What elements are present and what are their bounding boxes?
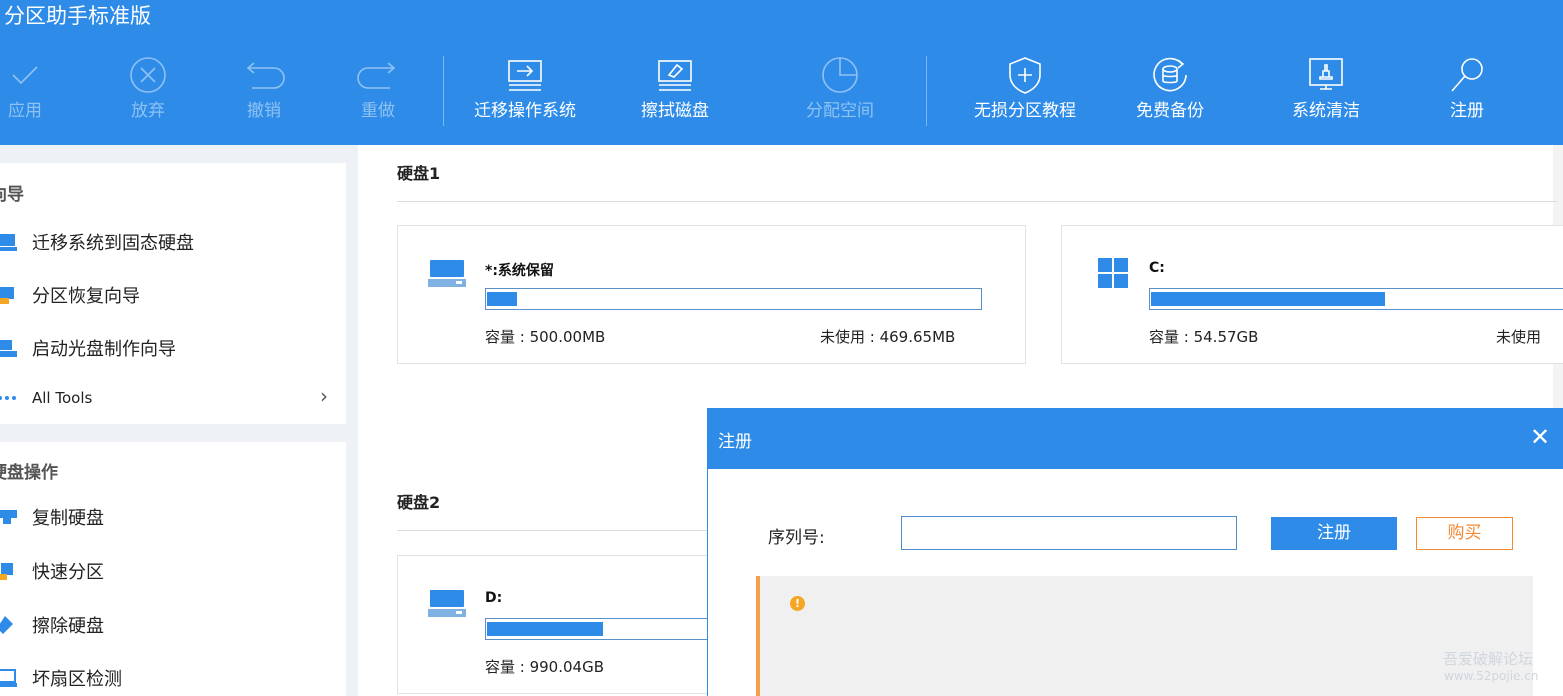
shield-plus-icon bbox=[965, 52, 1085, 98]
capacity-label: 容量 : 500.00MB bbox=[485, 328, 606, 346]
usage-bar bbox=[485, 618, 721, 640]
watermark-url: www.52pojie.cn bbox=[1444, 669, 1539, 683]
buy-button[interactable]: 购买 bbox=[1416, 517, 1513, 550]
disk-ops-section-title: 硬盘操作 bbox=[0, 463, 58, 483]
usage-fill bbox=[487, 292, 517, 306]
disk1-title: 硬盘1 bbox=[397, 164, 441, 183]
divider bbox=[397, 530, 707, 531]
migrate-os-icon bbox=[475, 52, 575, 98]
wipe-disk-icon bbox=[625, 52, 725, 98]
redo-button[interactable]: 重做 bbox=[328, 52, 428, 124]
quick-partition-icon bbox=[0, 562, 18, 580]
copy-disk-icon bbox=[0, 508, 18, 526]
top-toolbar: 分区助手标准版 应用 放弃 撤销 重做 迁移操作系统 擦拭磁盘 分配空间 无损分… bbox=[0, 0, 1563, 145]
sidebar-item-wipe-disk[interactable]: 擦除硬盘 bbox=[0, 605, 346, 645]
drive-icon bbox=[428, 588, 466, 622]
lossless-tutorial-button[interactable]: 无损分区教程 bbox=[965, 52, 1085, 124]
wipe-disk-small-icon bbox=[0, 616, 18, 634]
undo-button[interactable]: 撤销 bbox=[214, 52, 314, 124]
usage-fill bbox=[1151, 292, 1386, 306]
sidebar-item-bootable-media[interactable]: 启动光盘制作向导 bbox=[0, 328, 346, 368]
sidebar-item-bad-sector-check[interactable]: 坏扇区检测 bbox=[0, 658, 346, 696]
key-icon bbox=[1417, 52, 1517, 98]
backup-icon bbox=[1120, 52, 1220, 98]
sidebar-item-copy-disk[interactable]: 复制硬盘 bbox=[0, 497, 346, 537]
sidebar-item-quick-partition[interactable]: 快速分区 bbox=[0, 551, 346, 591]
wizard-panel: 向导 迁移系统到固态硬盘 分区恢复向导 启动光盘制作向导 All Tools › bbox=[0, 163, 346, 424]
discard-icon bbox=[98, 52, 198, 98]
register-button[interactable]: 注册 bbox=[1271, 517, 1397, 550]
bad-sector-icon bbox=[0, 669, 18, 687]
allocate-space-icon bbox=[790, 52, 890, 98]
warning-icon: ! bbox=[790, 596, 805, 611]
sidebar-item-all-tools[interactable]: All Tools › bbox=[0, 378, 346, 418]
check-icon bbox=[0, 52, 75, 98]
partition-card-system-reserved[interactable]: *:系统保留 容量 : 500.00MB 未使用 : 469.65MB bbox=[397, 225, 1026, 364]
drive-icon bbox=[428, 258, 466, 292]
dialog-header: 注册 ✕ bbox=[708, 409, 1563, 469]
sidebar-item-migrate-ssd[interactable]: 迁移系统到固态硬盘 bbox=[0, 222, 346, 262]
partition-card-c[interactable]: C: 容量 : 54.57GB 未使用 bbox=[1061, 225, 1563, 364]
more-dots-icon bbox=[0, 389, 18, 407]
windows-icon bbox=[1098, 258, 1128, 292]
disk-migrate-icon bbox=[0, 233, 18, 251]
disk-operations-panel: 硬盘操作 复制硬盘 快速分区 擦除硬盘 坏扇区检测 bbox=[0, 442, 346, 696]
discard-button[interactable]: 放弃 bbox=[98, 52, 198, 124]
app-title: 分区助手标准版 bbox=[4, 4, 151, 28]
sidebar-item-partition-recovery[interactable]: 分区恢复向导 bbox=[0, 275, 346, 315]
clean-icon bbox=[1276, 52, 1376, 98]
usage-bar bbox=[1149, 288, 1563, 310]
watermark-text: 吾爱破解论坛 bbox=[1443, 650, 1534, 668]
disk2-title: 硬盘2 bbox=[397, 493, 441, 512]
unused-label: 未使用 bbox=[1496, 328, 1542, 346]
redo-icon bbox=[328, 52, 428, 98]
apply-button[interactable]: 应用 bbox=[0, 52, 75, 124]
register-dialog: 注册 ✕ 序列号: 注册 购买 ! bbox=[707, 408, 1563, 696]
message-box: ! bbox=[756, 576, 1533, 696]
chevron-right-icon: › bbox=[320, 384, 328, 408]
capacity-label: 容量 : 54.57GB bbox=[1149, 328, 1259, 346]
toolbar-separator bbox=[926, 56, 927, 126]
serial-input[interactable] bbox=[901, 516, 1237, 550]
allocate-space-button[interactable]: 分配空间 bbox=[790, 52, 890, 124]
system-clean-button[interactable]: 系统清洁 bbox=[1276, 52, 1376, 124]
undo-icon bbox=[214, 52, 314, 98]
bootable-disc-icon bbox=[0, 339, 18, 357]
divider bbox=[397, 201, 1557, 202]
usage-bar bbox=[485, 288, 982, 310]
wizard-section-title: 向导 bbox=[0, 185, 24, 205]
toolbar-separator bbox=[443, 56, 444, 126]
capacity-label: 容量 : 990.04GB bbox=[485, 658, 604, 676]
free-backup-button[interactable]: 免费备份 bbox=[1120, 52, 1220, 124]
usage-fill bbox=[487, 622, 603, 636]
serial-label: 序列号: bbox=[768, 528, 825, 548]
close-icon[interactable]: ✕ bbox=[1530, 425, 1550, 449]
unused-label: 未使用 : 469.65MB bbox=[820, 328, 956, 346]
register-toolbar-button[interactable]: 注册 bbox=[1417, 52, 1517, 124]
migrate-os-button[interactable]: 迁移操作系统 bbox=[474, 52, 576, 124]
dialog-title: 注册 bbox=[718, 432, 752, 452]
wipe-disk-button[interactable]: 擦拭磁盘 bbox=[625, 52, 725, 124]
partition-recovery-icon bbox=[0, 286, 18, 304]
